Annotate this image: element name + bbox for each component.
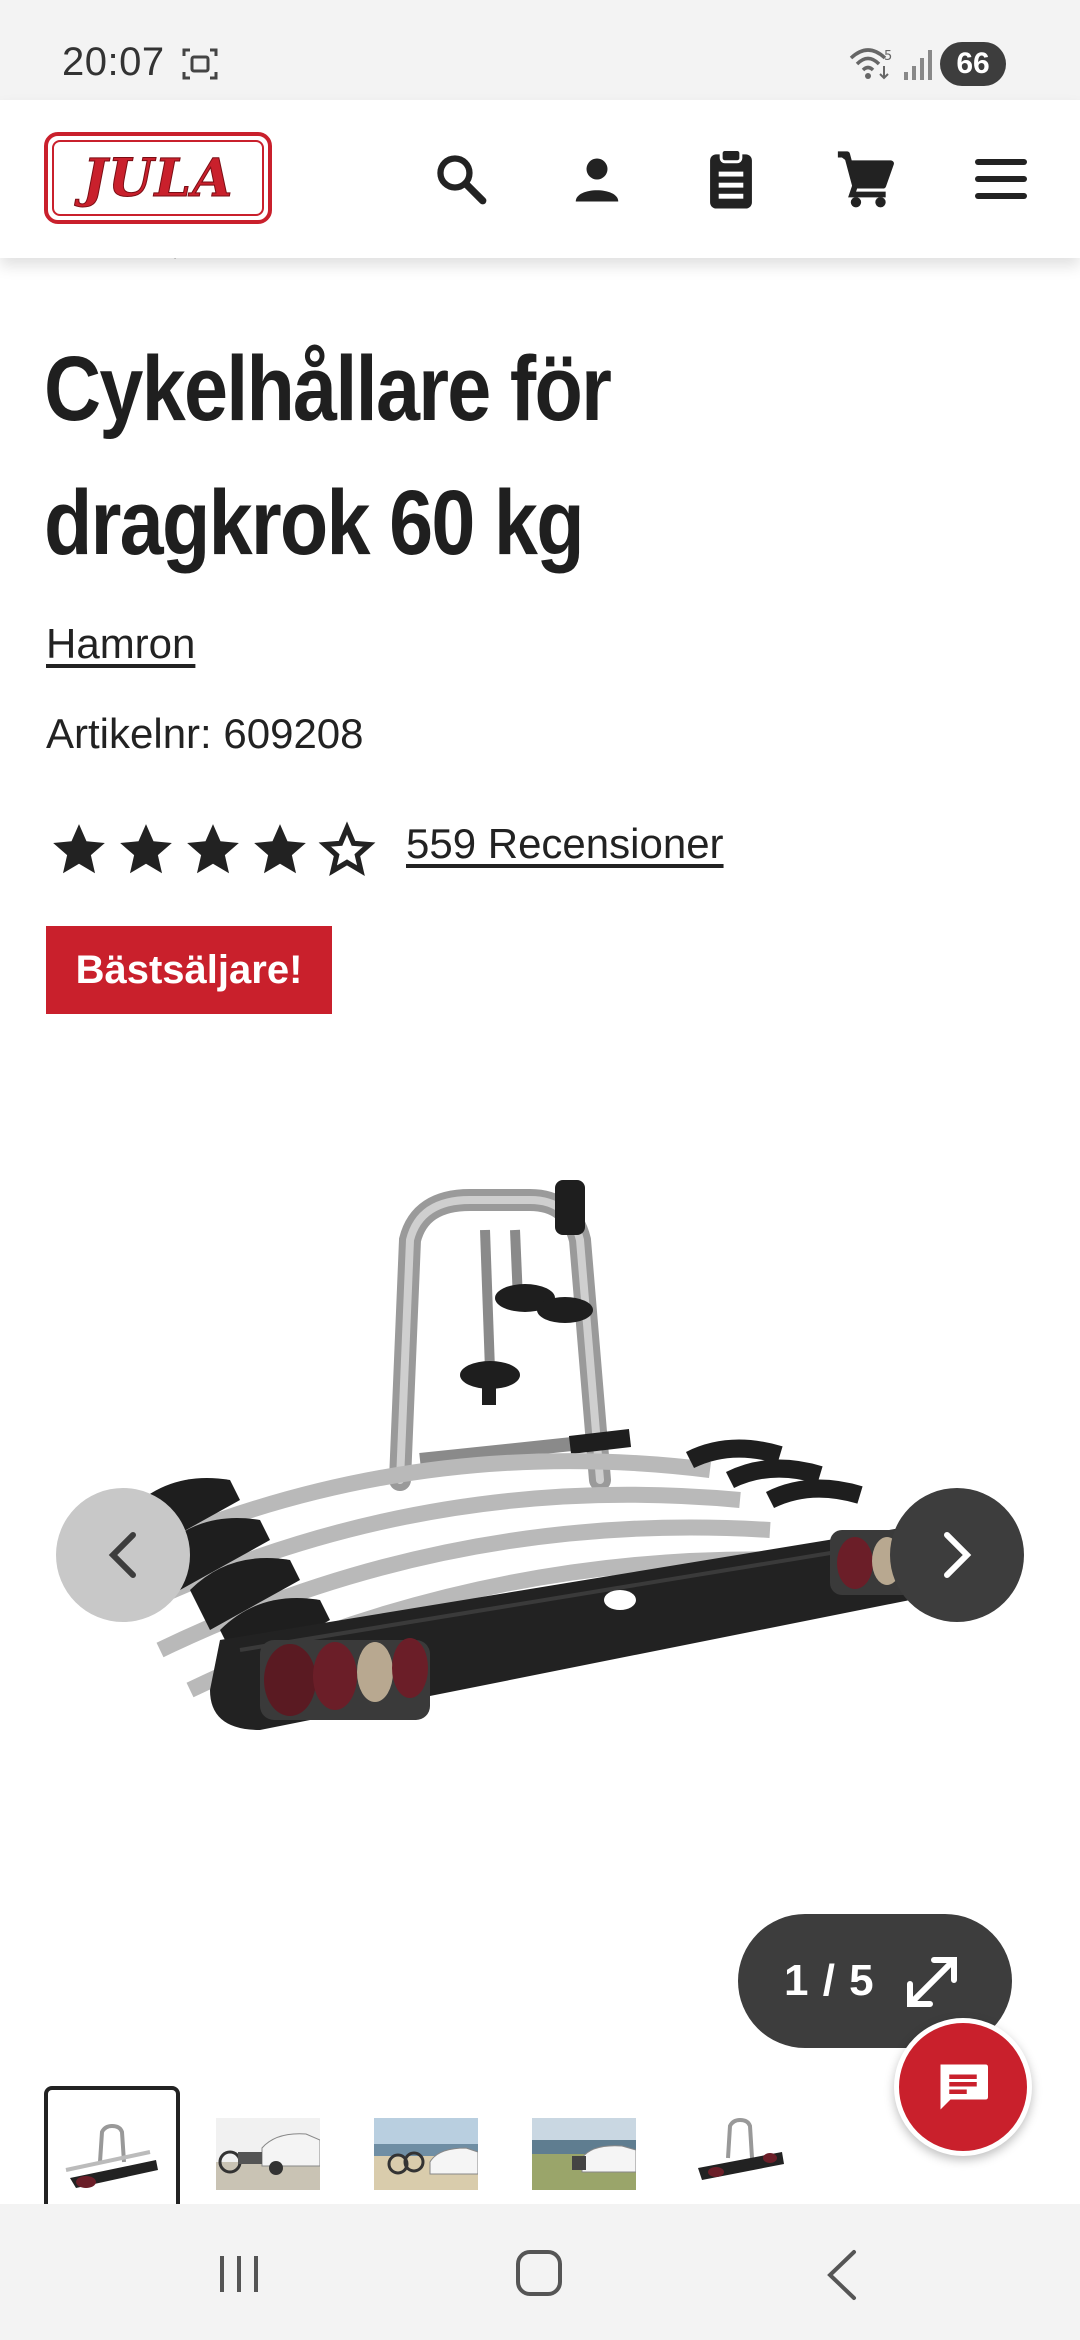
star-filled-icon (187, 824, 239, 874)
recents-icon[interactable] (214, 2252, 264, 2296)
chevron-left-icon (108, 1532, 136, 1578)
thumbnail-image (65, 2123, 158, 2188)
brand-link[interactable]: Hamron (46, 620, 195, 668)
thumbnail-image (216, 2118, 320, 2190)
gallery-counter: 1 / 5 (784, 1956, 875, 2005)
account-button[interactable] (562, 144, 632, 214)
star-rating[interactable] (48, 820, 383, 880)
thumbnail-image (532, 2118, 636, 2190)
site-header: JULA (0, 100, 1080, 258)
expand-icon (907, 1957, 957, 2007)
reviews-link[interactable]: 559 Recensioner (406, 820, 724, 868)
bestseller-badge: Bästsäljare! (46, 926, 332, 1014)
product-title: Cykelhållare för dragkrok 60 kg (44, 338, 612, 574)
svg-text:5: 5 (884, 49, 892, 64)
thumbnail-3[interactable] (358, 2086, 494, 2204)
back-icon[interactable] (822, 2248, 862, 2302)
thumbnail-image (374, 2118, 478, 2190)
thumbnail-1[interactable] (44, 2086, 180, 2204)
logo-text: JULA (82, 147, 234, 209)
search-button[interactable] (426, 144, 496, 214)
star-filled-icon (53, 824, 105, 874)
thumbnail-5[interactable] (672, 2086, 808, 2204)
star-filled-icon (254, 824, 306, 874)
clipboard-icon (710, 147, 752, 209)
search-icon (437, 155, 487, 205)
menu-icon (975, 159, 1027, 199)
gallery-prev-button[interactable] (56, 1488, 190, 1622)
cart-icon (837, 151, 894, 208)
thumbnail-4[interactable] (516, 2086, 652, 2204)
chevron-right-icon (944, 1532, 972, 1578)
signal-icon (904, 50, 932, 80)
thumbnail-strip (0, 2086, 1080, 2204)
shopping-list-button[interactable] (696, 144, 766, 214)
star-filled-icon (120, 824, 172, 874)
system-nav-bar (0, 2204, 1080, 2340)
home-icon[interactable] (514, 2248, 564, 2298)
star-outline-icon (318, 821, 376, 876)
bike-rack-product-image[interactable] (90, 1170, 990, 2000)
menu-button[interactable] (966, 144, 1036, 214)
article-number: Artikelnr: 609208 (46, 710, 364, 757)
status-bar: 20:07 5 66 (0, 0, 1080, 100)
cart-button[interactable] (830, 144, 900, 214)
screenshot-icon (182, 48, 218, 80)
thumbnail-image (698, 2118, 784, 2180)
wifi-icon: 5 (849, 48, 892, 80)
gallery-next-button[interactable] (890, 1488, 1024, 1622)
jula-logo[interactable]: JULA (44, 132, 272, 224)
status-time: 20:07 (62, 40, 165, 84)
thumbnail-2[interactable] (200, 2086, 336, 2204)
account-icon (575, 158, 619, 202)
battery-indicator: 66 (940, 42, 1006, 86)
